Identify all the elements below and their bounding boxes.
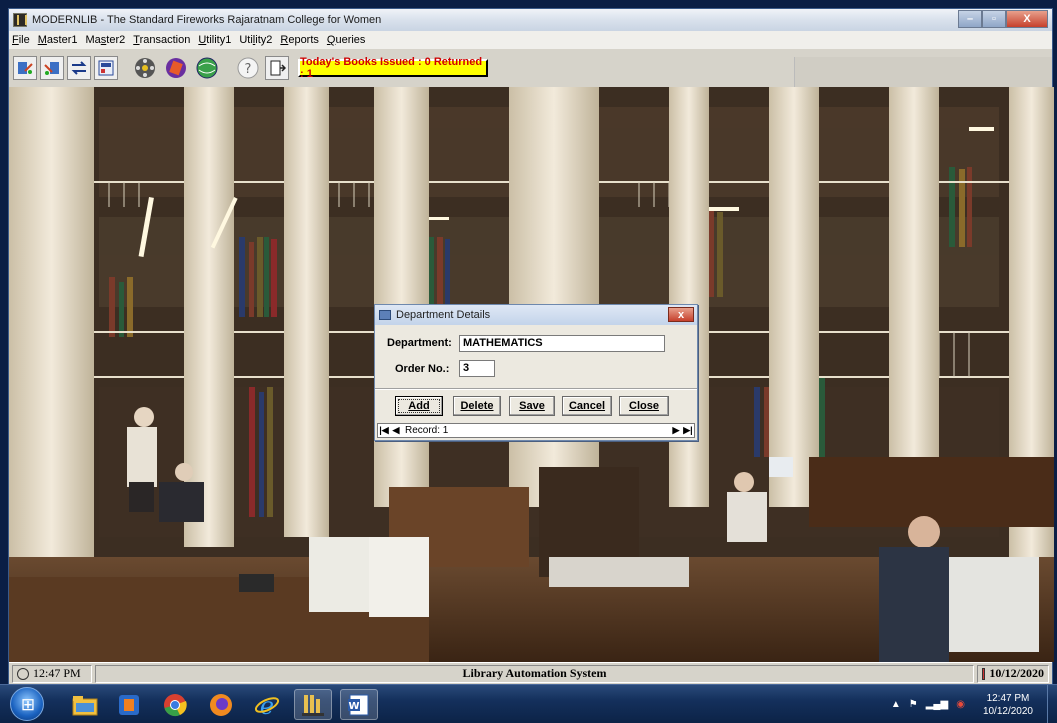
save-button[interactable]: Save (509, 396, 555, 416)
delete-button[interactable]: Delete (453, 396, 501, 416)
department-details-dialog: Department Details x Department: MATHEMA… (374, 304, 698, 441)
status-bar: 12:47 PM Library Automation System 10/12… (9, 662, 1052, 684)
status-time-panel: 12:47 PM (12, 664, 92, 683)
svg-text:?: ? (245, 62, 252, 77)
dialog-close-form-button[interactable]: Close (619, 396, 669, 416)
windows-explorer-icon[interactable] (66, 689, 104, 720)
globe-icon[interactable] (193, 56, 221, 80)
dialog-title: Department Details (396, 309, 491, 321)
status-app-name: Library Automation System (95, 664, 974, 683)
next-record-button[interactable]: ▶ (670, 424, 682, 437)
taskbar-clock-date: 10/12/2020 (982, 705, 1033, 717)
toolbar: ? Today's Books Issued : 0 Returned : 1 (9, 49, 1052, 87)
menu-master1[interactable]: Master1 (38, 34, 78, 46)
menu-bar: File Master1 Master2 Transaction Utility… (9, 31, 1052, 49)
menu-master2[interactable]: Master2 (86, 34, 126, 46)
minimize-button[interactable]: – (958, 10, 982, 28)
transfer-icon[interactable] (67, 56, 91, 80)
svg-text:e: e (260, 692, 274, 718)
windows-taskbar: e W ▲ ⚑ ▂▄▆ ◉ 12:47 PM 10/12/2020 (0, 684, 1057, 723)
show-hidden-icons-icon[interactable]: ▲ (891, 699, 901, 710)
modernlib-app-icon[interactable] (294, 689, 332, 720)
close-button[interactable]: X (1006, 10, 1048, 28)
start-button[interactable] (10, 687, 45, 722)
firefox-icon[interactable] (202, 689, 240, 720)
dialog-close-button[interactable]: x (668, 307, 694, 322)
window-controls: – ▫ X (958, 10, 1048, 28)
department-label: Department: (387, 337, 452, 349)
volume-muted-icon[interactable]: ◉ (956, 699, 965, 710)
member-card-icon[interactable] (94, 56, 118, 80)
media-player-icon[interactable] (110, 689, 148, 720)
dialog-form-icon (379, 310, 391, 320)
maximize-button[interactable]: ▫ (982, 10, 1006, 28)
taskbar-clock[interactable]: 12:47 PM 10/12/2020 (983, 692, 1033, 718)
order-no-label: Order No.: (395, 363, 450, 375)
internet-explorer-icon[interactable]: e (248, 689, 286, 720)
menu-utility2[interactable]: Utility2 (239, 34, 272, 46)
status-date-panel: 10/12/2020 (977, 664, 1049, 683)
clock-icon (17, 667, 29, 680)
record-indicator: Record: 1 (405, 425, 449, 436)
menu-utility1[interactable]: Utility1 (198, 34, 231, 46)
status-time: 12:47 PM (33, 666, 81, 680)
book-issue-icon[interactable] (13, 56, 37, 80)
flag-icon[interactable]: ⚑ (909, 699, 918, 710)
word-icon[interactable]: W (340, 689, 378, 720)
film-reel-icon[interactable] (131, 56, 159, 80)
calendar-icon (982, 667, 986, 680)
system-tray: ▲ ⚑ ▂▄▆ ◉ 12:47 PM 10/12/2020 (891, 685, 1057, 723)
menu-reports[interactable]: Reports (280, 34, 319, 46)
dialog-title-bar[interactable]: Department Details x (375, 305, 697, 325)
exit-door-icon[interactable] (265, 56, 289, 80)
menu-file[interactable]: File (12, 34, 30, 46)
toolbar-filler (794, 57, 1052, 87)
todays-issue-status: Today's Books Issued : 0 Returned : 1 (298, 56, 488, 80)
last-record-button[interactable]: ▶| (682, 424, 694, 437)
svg-text:W: W (348, 701, 359, 712)
menu-transaction[interactable]: Transaction (133, 34, 190, 46)
window-title: MODERNLIB - The Standard Fireworks Rajar… (32, 14, 382, 26)
app-logo-icon (13, 13, 27, 27)
taskbar-clock-time: 12:47 PM (986, 692, 1030, 704)
book-return-icon[interactable] (40, 56, 64, 80)
help-icon[interactable]: ? (234, 56, 262, 80)
cancel-button[interactable]: Cancel (562, 396, 612, 416)
record-navigator: |◀ ◀ Record: 1 ▶ ▶| (377, 423, 695, 438)
add-button[interactable]: Add (395, 396, 443, 416)
first-record-button[interactable]: |◀ (378, 424, 390, 437)
network-signal-icon[interactable]: ▂▄▆ (926, 699, 948, 710)
dialog-separator (375, 388, 697, 390)
title-bar[interactable]: MODERNLIB - The Standard Fireworks Rajar… (9, 9, 1052, 31)
order-no-input[interactable]: 3 (459, 360, 495, 377)
catalog-icon[interactable] (162, 56, 190, 80)
show-desktop-button[interactable] (1047, 685, 1057, 723)
chrome-icon[interactable] (156, 689, 194, 720)
department-input[interactable]: MATHEMATICS (459, 335, 665, 352)
status-date: 10/12/2020 (989, 666, 1044, 680)
menu-queries[interactable]: Queries (327, 34, 366, 46)
previous-record-button[interactable]: ◀ (390, 424, 402, 437)
